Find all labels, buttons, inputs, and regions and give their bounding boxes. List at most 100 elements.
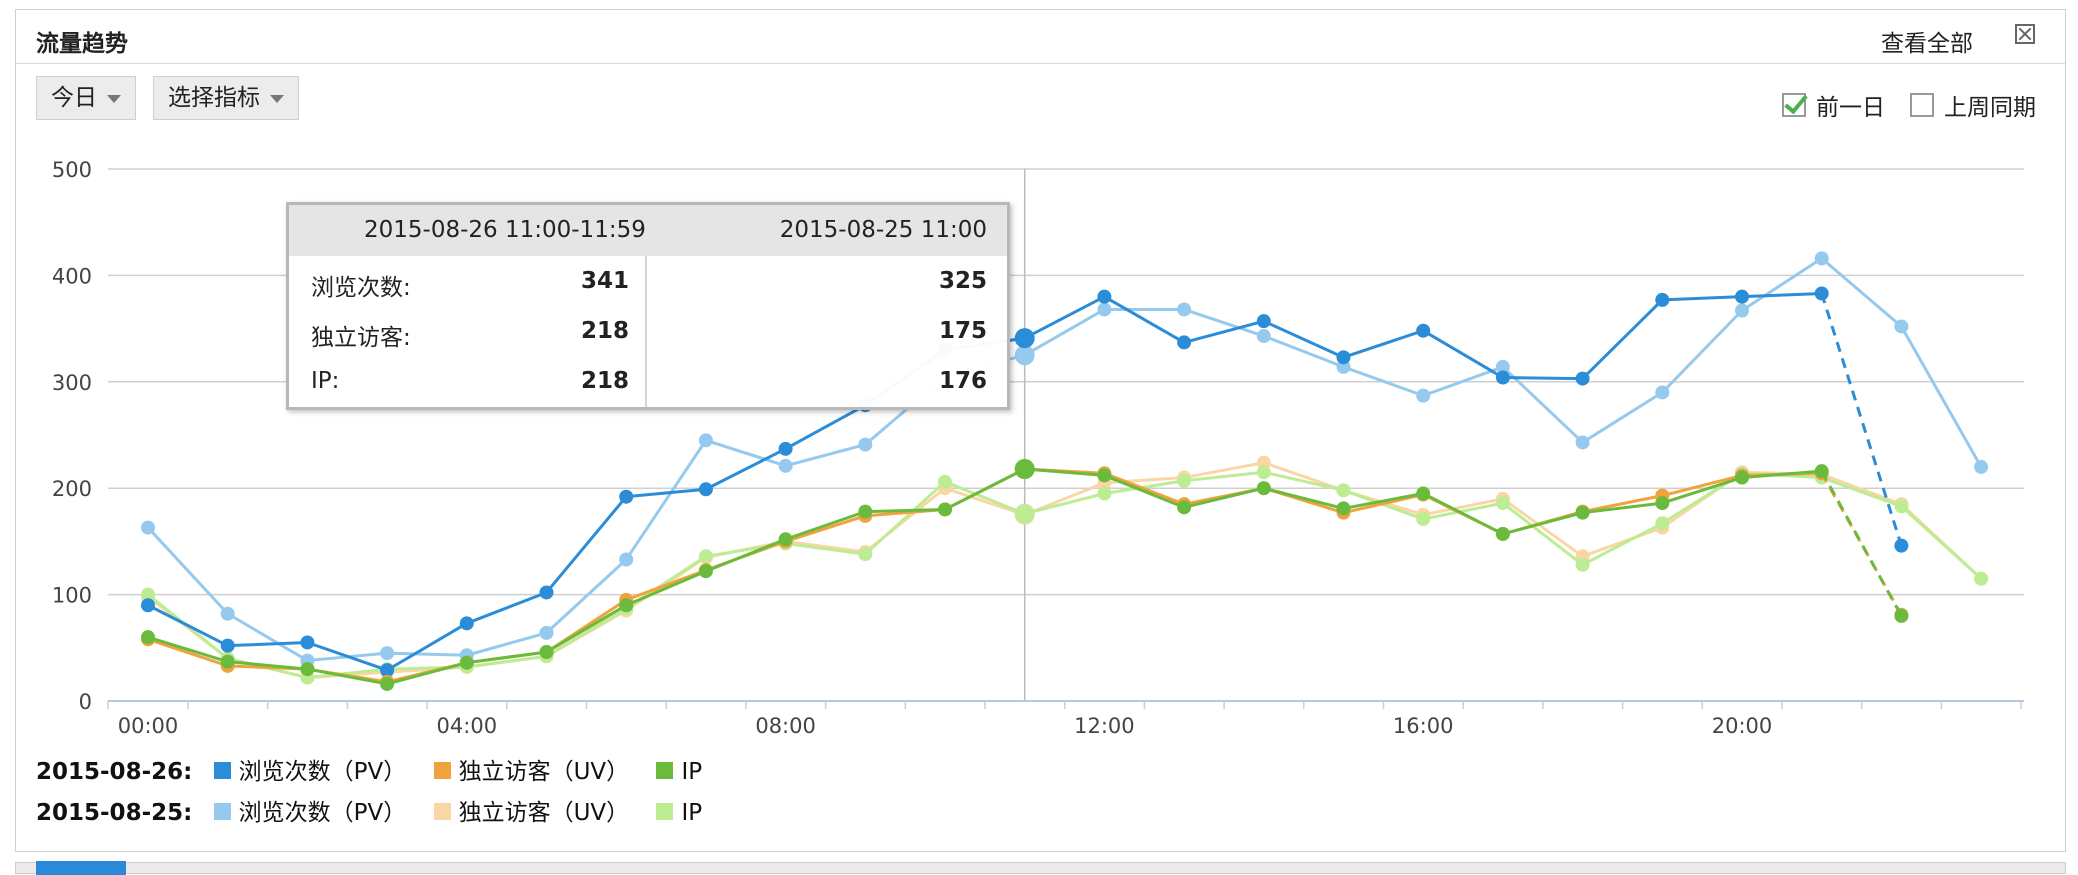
legend-swatch xyxy=(213,762,231,779)
data-point xyxy=(1575,371,1590,386)
legend-swatch xyxy=(433,762,451,779)
data-point xyxy=(1735,303,1749,318)
data-point xyxy=(938,474,952,489)
tooltip-current-value: 218 xyxy=(580,318,629,344)
legend-label: IP xyxy=(681,759,703,785)
x-tick-label: 00:00 xyxy=(118,714,179,738)
data-point xyxy=(1495,496,1510,511)
legend-label: 浏览次数（PV） xyxy=(238,759,407,785)
data-point xyxy=(1256,314,1271,329)
legend-label: 浏览次数（PV） xyxy=(238,800,407,826)
data-point xyxy=(1256,465,1271,480)
data-point xyxy=(778,532,793,547)
y-tick-label: 500 xyxy=(52,158,92,182)
legend-item-ip[interactable]: IP xyxy=(652,800,702,826)
data-point xyxy=(938,502,952,517)
data-point xyxy=(1097,486,1112,501)
tooltip-row-label: 浏览次数: xyxy=(311,275,411,301)
data-point xyxy=(1336,501,1351,516)
legend-item-uv[interactable]: 独立访客（UV） xyxy=(430,800,630,826)
data-point xyxy=(1256,329,1271,344)
data-point xyxy=(1416,323,1431,338)
data-point xyxy=(1097,289,1112,304)
legend-swatch xyxy=(656,762,674,779)
tooltip-current-date: 2015-08-26 11:00-11:59 xyxy=(364,217,646,243)
data-point xyxy=(778,441,793,456)
data-point xyxy=(1655,516,1670,531)
data-point xyxy=(539,645,554,660)
tooltip-row-label: 独立访客: xyxy=(311,325,411,351)
data-point xyxy=(1256,481,1271,496)
tooltip-header: 2015-08-26 11:00-11:59 2015-08-25 11:00 xyxy=(289,205,1007,256)
data-point xyxy=(1336,483,1351,498)
bottom-tab-active[interactable] xyxy=(36,861,126,875)
data-point xyxy=(459,616,474,631)
data-point xyxy=(380,646,395,661)
data-point xyxy=(698,482,713,497)
tooltip-compare-date: 2015-08-25 11:00 xyxy=(779,217,987,243)
legend-item-uv[interactable]: 独立访客（UV） xyxy=(430,759,630,785)
data-point xyxy=(858,437,873,452)
data-point xyxy=(1177,335,1192,350)
legend-row-compare: 2015-08-25: 浏览次数（PV） 独立访客（UV） IP xyxy=(36,798,718,828)
data-point xyxy=(539,585,554,600)
tooltip-row-label: IP: xyxy=(311,368,340,394)
data-point xyxy=(1814,286,1829,301)
data-point xyxy=(539,625,554,640)
x-tick-label: 20:00 xyxy=(1712,714,1773,738)
data-point xyxy=(1575,435,1590,450)
data-point xyxy=(1416,388,1431,403)
data-point xyxy=(220,638,235,653)
data-point xyxy=(698,549,713,564)
data-point xyxy=(300,662,315,677)
data-point xyxy=(1097,302,1112,317)
legend-item-ip[interactable]: IP xyxy=(652,759,702,785)
data-point xyxy=(1495,370,1510,385)
legend-row-current: 2015-08-26: 浏览次数（PV） 独立访客（UV） IP xyxy=(36,757,718,787)
x-tick-label: 08:00 xyxy=(755,714,816,738)
data-point xyxy=(1177,500,1192,515)
data-point xyxy=(300,635,315,650)
legend-item-pv[interactable]: 浏览次数（PV） xyxy=(210,759,407,785)
data-point xyxy=(1495,526,1510,541)
legend-label: 独立访客（UV） xyxy=(458,800,630,826)
data-point xyxy=(619,552,634,567)
data-point xyxy=(1894,499,1909,514)
tooltip-compare-value: 176 xyxy=(938,368,987,394)
legend-swatch xyxy=(213,803,231,820)
tooltip-row: 独立访客: 218 175 xyxy=(289,308,1007,358)
data-point xyxy=(1014,459,1035,480)
data-point xyxy=(1974,459,1989,474)
data-point xyxy=(1097,468,1112,483)
y-tick-label: 300 xyxy=(52,371,92,395)
data-point xyxy=(858,504,873,519)
series-line-dashed xyxy=(1820,293,1903,547)
legend-label: 独立访客（UV） xyxy=(458,759,630,785)
data-point xyxy=(1735,470,1749,485)
data-point xyxy=(1735,289,1749,304)
legend-swatch xyxy=(433,803,451,820)
x-tick-label: 04:00 xyxy=(437,714,498,738)
tooltip-current-value: 218 xyxy=(580,368,629,394)
data-point xyxy=(619,489,634,504)
data-point xyxy=(220,606,235,621)
data-point xyxy=(698,564,713,579)
data-point xyxy=(1655,292,1670,307)
data-point xyxy=(1814,251,1829,266)
data-point xyxy=(698,433,713,448)
data-point xyxy=(1014,328,1035,349)
data-point xyxy=(1974,571,1989,586)
legend-item-pv[interactable]: 浏览次数（PV） xyxy=(210,800,407,826)
legend-label: IP xyxy=(681,800,703,826)
data-point xyxy=(1014,345,1035,366)
x-tick-label: 12:00 xyxy=(1074,714,1135,738)
data-point xyxy=(619,598,634,613)
y-tick-label: 400 xyxy=(52,264,92,288)
data-point xyxy=(1894,608,1909,623)
data-point xyxy=(459,655,474,670)
data-point xyxy=(1814,464,1829,479)
series-line xyxy=(147,470,1983,680)
data-point xyxy=(380,676,395,691)
data-point xyxy=(1416,486,1431,501)
data-point xyxy=(141,598,155,613)
